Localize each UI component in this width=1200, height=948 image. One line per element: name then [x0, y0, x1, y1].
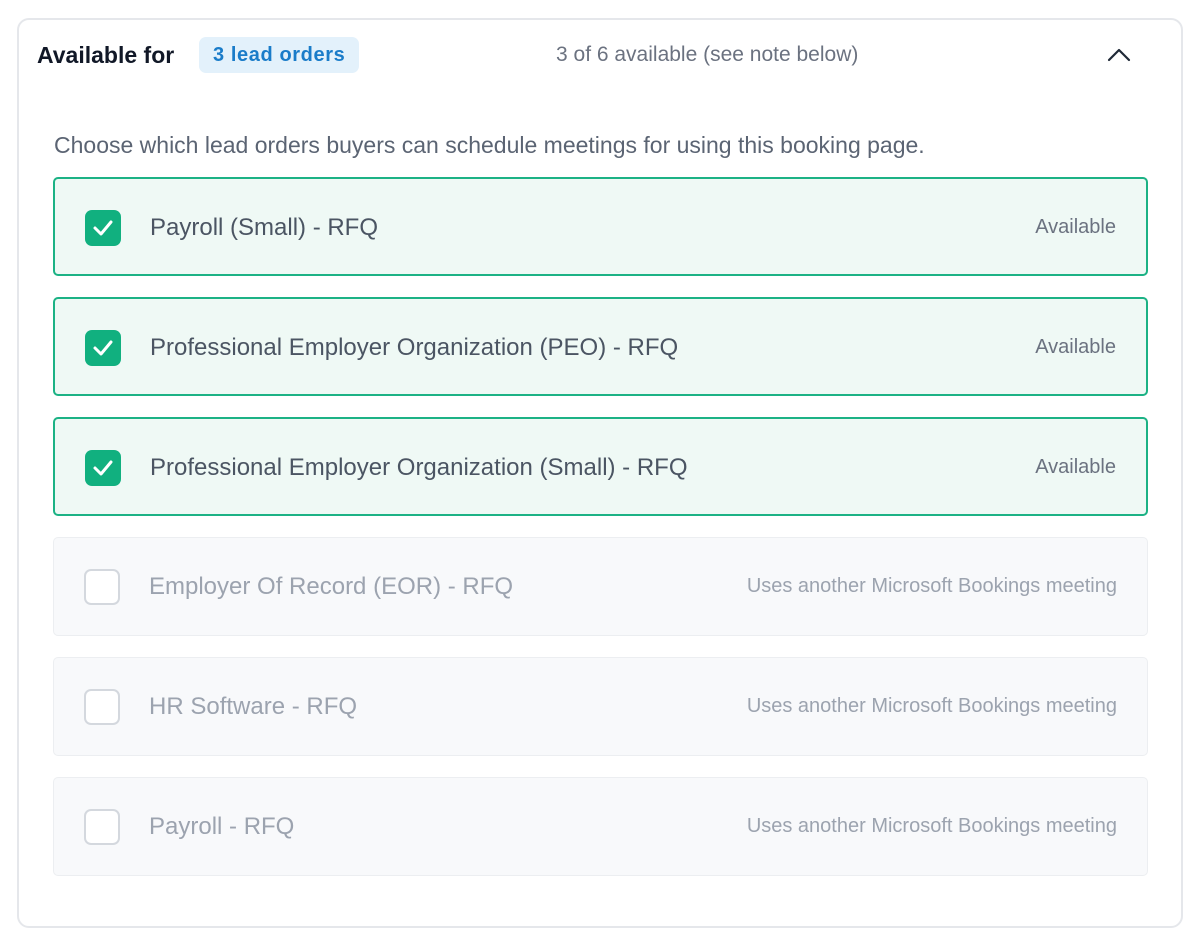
lead-order-row[interactable]: Professional Employer Organization (PEO)… — [53, 297, 1148, 396]
lead-order-label: Payroll - RFQ — [149, 813, 295, 840]
lead-order-checkbox[interactable] — [85, 210, 121, 246]
collapse-button[interactable] — [1103, 39, 1135, 71]
lead-order-label: Employer Of Record (EOR) - RFQ — [149, 573, 514, 600]
lead-order-status: Uses another Microsoft Bookings meeting — [746, 575, 1117, 597]
lead-order-checkbox[interactable] — [84, 809, 120, 845]
lead-order-label: Professional Employer Organization (PEO)… — [150, 334, 679, 361]
checkmark-icon — [93, 460, 113, 476]
lead-order-row[interactable]: Payroll - RFQ Uses another Microsoft Boo… — [53, 777, 1148, 876]
lead-order-label: HR Software - RFQ — [149, 693, 358, 720]
lead-order-status: Available — [1035, 456, 1116, 478]
checkmark-icon — [93, 220, 113, 236]
lead-order-list: Payroll (Small) - RFQ Available Professi… — [53, 177, 1148, 897]
lead-order-row[interactable]: Employer Of Record (EOR) - RFQ Uses anot… — [53, 537, 1148, 636]
lead-order-status: Uses another Microsoft Bookings meeting — [746, 695, 1117, 717]
lead-order-status: Uses another Microsoft Bookings meeting — [746, 815, 1117, 837]
checkmark-icon — [93, 340, 113, 356]
lead-order-label: Payroll (Small) - RFQ — [150, 214, 379, 241]
lead-order-status: Available — [1035, 336, 1116, 358]
lead-order-checkbox[interactable] — [84, 689, 120, 725]
lead-order-status: Available — [1035, 216, 1116, 238]
chevron-up-icon — [1107, 48, 1131, 62]
lead-order-checkbox[interactable] — [85, 450, 121, 486]
panel-header: Available for 3 lead orders 3 of 6 avail… — [37, 36, 1131, 74]
panel-title: Available for — [37, 42, 175, 68]
lead-order-row[interactable]: Professional Employer Organization (Smal… — [53, 417, 1148, 516]
availability-summary: 3 of 6 available (see note below) — [556, 43, 859, 66]
lead-orders-count-badge: 3 lead orders — [199, 37, 360, 73]
panel-description: Choose which lead orders buyers can sche… — [54, 132, 925, 158]
lead-order-checkbox[interactable] — [85, 330, 121, 366]
lead-order-row[interactable]: HR Software - RFQ Uses another Microsoft… — [53, 657, 1148, 756]
lead-order-label: Professional Employer Organization (Smal… — [150, 454, 688, 481]
lead-order-checkbox[interactable] — [84, 569, 120, 605]
lead-order-row[interactable]: Payroll (Small) - RFQ Available — [53, 177, 1148, 276]
